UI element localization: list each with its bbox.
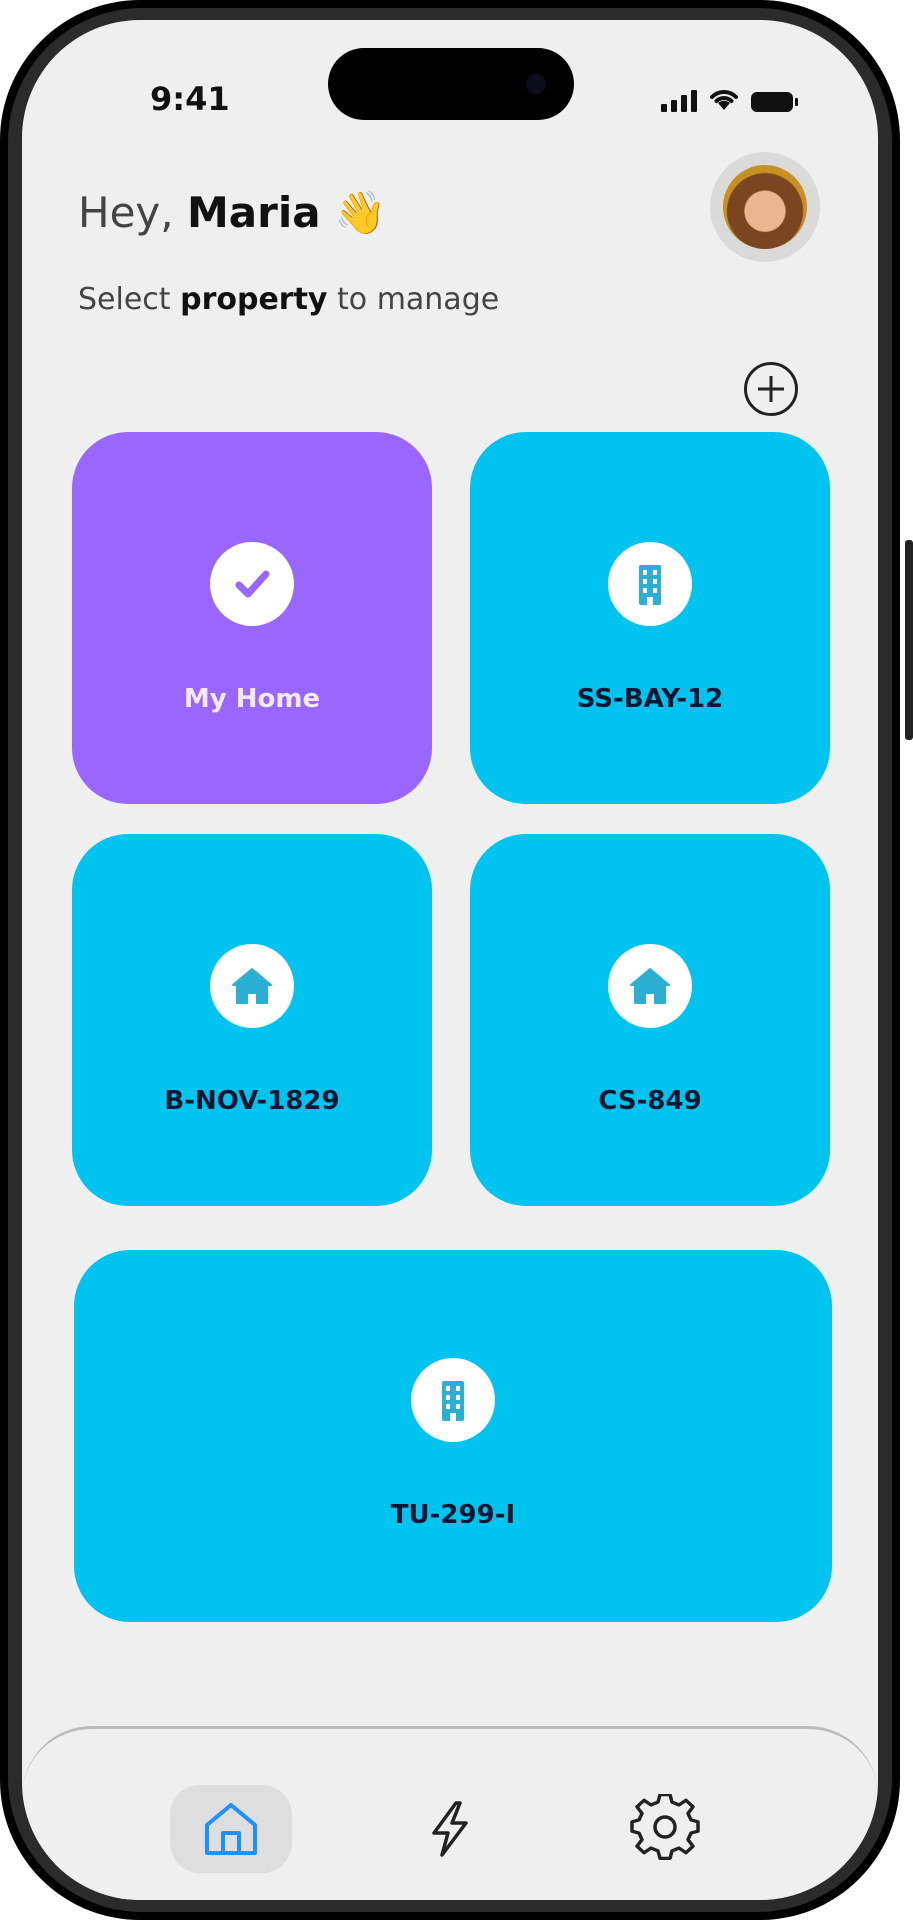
gear-icon — [630, 1794, 700, 1861]
property-card-ss-bay-12[interactable]: SS-BAY-12 — [470, 432, 830, 804]
property-label: TU-299-I — [390, 1500, 516, 1530]
user-name: Maria — [186, 188, 321, 237]
app-screen: 9:41 Hey, Maria 👋 Select property to man… — [22, 20, 878, 1900]
subtitle-prefix: Select — [78, 282, 181, 317]
building-icon — [411, 1358, 495, 1442]
wifi-icon — [710, 90, 738, 110]
profile-avatar-button[interactable] — [710, 152, 820, 262]
greeting-prefix: Hey, — [78, 188, 187, 237]
status-time: 9:41 — [150, 80, 230, 118]
property-card-tu-299-i[interactable]: TU-299-I — [74, 1250, 832, 1622]
subtitle-suffix: to manage — [327, 282, 500, 317]
nav-energy[interactable] — [388, 1785, 510, 1873]
battery-icon — [751, 92, 798, 112]
status-icons — [661, 84, 798, 112]
property-card-my-home[interactable]: My Home — [72, 432, 432, 804]
nav-settings[interactable] — [604, 1785, 726, 1873]
add-property-button[interactable] — [744, 362, 798, 416]
phone-side-button — [905, 540, 913, 740]
dynamic-island — [328, 48, 574, 120]
house-icon — [210, 944, 294, 1028]
wave-emoji: 👋 — [333, 188, 387, 237]
property-card-b-nov-1829[interactable]: B-NOV-1829 — [72, 834, 432, 1206]
property-label: SS-BAY-12 — [576, 684, 724, 714]
avatar — [723, 165, 807, 249]
signal-icon — [661, 90, 697, 112]
lightning-icon — [432, 1801, 468, 1857]
check-icon — [210, 542, 294, 626]
property-label: My Home — [183, 684, 321, 714]
bottom-nav — [22, 1726, 878, 1900]
camera-dot — [526, 74, 546, 94]
nav-home[interactable] — [170, 1785, 292, 1873]
subtitle: Select property to manage — [78, 282, 499, 317]
property-label: CS-849 — [598, 1086, 702, 1116]
property-label: B-NOV-1829 — [164, 1086, 340, 1116]
house-icon — [608, 944, 692, 1028]
greeting: Hey, Maria 👋 — [78, 188, 386, 238]
property-card-cs-849[interactable]: CS-849 — [470, 834, 830, 1206]
subtitle-bold: property — [180, 282, 328, 317]
building-icon — [608, 542, 692, 626]
home-icon — [205, 1803, 257, 1855]
